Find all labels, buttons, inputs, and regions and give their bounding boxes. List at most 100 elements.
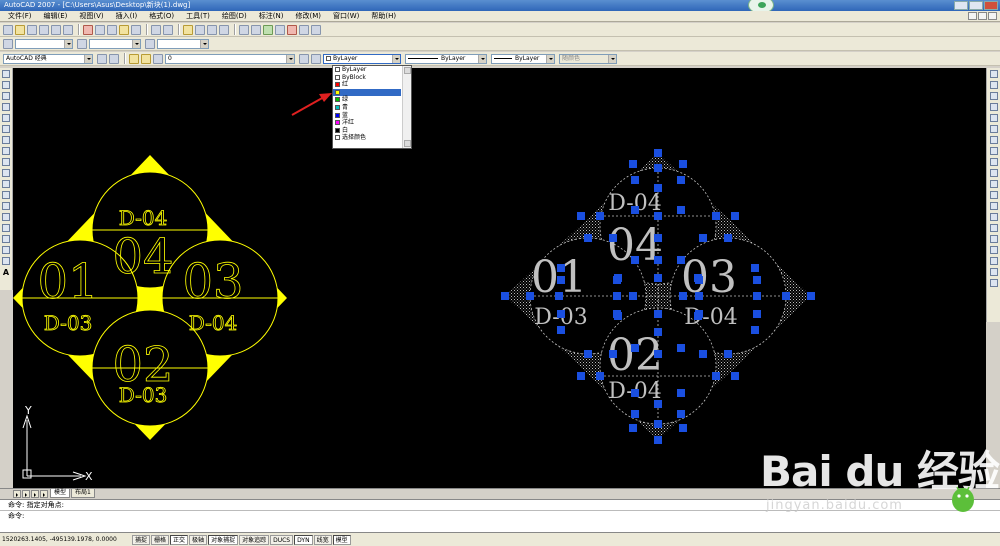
grip[interactable] <box>596 372 604 380</box>
rotate-icon[interactable] <box>989 136 998 144</box>
layer-freeze-icon[interactable] <box>141 53 151 64</box>
ducs-toggle[interactable]: DUCS <box>270 534 294 545</box>
grip[interactable] <box>557 326 565 334</box>
lineweight-toggle[interactable]: 线宽 <box>313 534 332 545</box>
menu-file[interactable]: 文件(F) <box>2 11 38 22</box>
grip[interactable] <box>584 234 592 242</box>
grip[interactable] <box>629 424 637 432</box>
match-properties-icon[interactable] <box>119 24 129 35</box>
break-at-point-icon[interactable] <box>989 191 998 199</box>
grip[interactable] <box>613 292 621 300</box>
zoom-previous-icon[interactable] <box>219 24 229 35</box>
calculator-icon[interactable] <box>299 24 309 35</box>
fillet-icon[interactable] <box>989 235 998 243</box>
layer-previous-icon[interactable] <box>311 53 321 64</box>
make-current-layer-icon[interactable] <box>299 53 309 64</box>
grip[interactable] <box>679 160 687 168</box>
grip[interactable] <box>731 212 739 220</box>
grip[interactable] <box>654 350 662 358</box>
grip[interactable] <box>631 344 639 352</box>
layer-on-icon[interactable] <box>129 53 139 64</box>
grip[interactable] <box>584 350 592 358</box>
grip[interactable] <box>753 292 761 300</box>
construction-line-icon[interactable] <box>2 81 10 89</box>
menu-modify[interactable]: 修改(M) <box>289 11 327 22</box>
text-style-icon[interactable] <box>3 38 13 49</box>
polyline-icon[interactable] <box>2 92 10 100</box>
publish-icon[interactable] <box>63 24 73 35</box>
design-center-icon[interactable] <box>251 24 261 35</box>
markup-icon[interactable] <box>287 24 297 35</box>
new-icon[interactable] <box>3 24 13 35</box>
dim-style-icon[interactable] <box>77 38 87 49</box>
gradient-icon[interactable] <box>2 235 10 243</box>
command-input[interactable]: 命令: <box>0 510 1000 520</box>
menu-tools[interactable]: 工具(T) <box>180 11 216 22</box>
color-option[interactable]: 绿 <box>333 96 411 104</box>
grip[interactable] <box>614 312 622 320</box>
rectangle-icon[interactable] <box>2 114 10 122</box>
hatch-icon[interactable] <box>2 224 10 232</box>
revision-cloud-icon[interactable] <box>2 147 10 155</box>
grip[interactable] <box>609 234 617 242</box>
move-icon[interactable] <box>989 125 998 133</box>
dropdown-scrollbar[interactable] <box>402 66 411 148</box>
tab-last-icon[interactable] <box>40 489 48 498</box>
grip[interactable] <box>654 274 662 282</box>
menu-dimension[interactable]: 标注(N) <box>253 11 290 22</box>
text-style-select[interactable] <box>15 38 73 49</box>
grip[interactable] <box>731 372 739 380</box>
grip[interactable] <box>654 149 662 157</box>
help-icon[interactable] <box>311 24 321 35</box>
tab-prev-icon[interactable] <box>22 489 30 498</box>
layer-lock-icon[interactable] <box>153 53 163 64</box>
snap-settings-icon[interactable] <box>989 268 998 276</box>
dim-style-select[interactable] <box>89 38 141 49</box>
color-select[interactable]: ByLayer <box>323 53 401 64</box>
polygon-icon[interactable] <box>2 103 10 111</box>
join-icon[interactable] <box>989 213 998 221</box>
scroll-up-icon[interactable] <box>404 67 411 74</box>
grip[interactable] <box>614 274 622 282</box>
layer-tools-icon[interactable] <box>989 279 998 287</box>
erase-icon[interactable] <box>989 70 998 78</box>
copy-object-icon[interactable] <box>989 81 998 89</box>
grip[interactable] <box>526 292 534 300</box>
open-icon[interactable] <box>15 24 25 35</box>
grip[interactable] <box>694 274 702 282</box>
grip[interactable] <box>501 292 509 300</box>
grid-toggle[interactable]: 栅格 <box>151 534 170 545</box>
grip[interactable] <box>677 344 685 352</box>
print-preview-icon[interactable] <box>51 24 61 35</box>
trim-icon[interactable] <box>989 169 998 177</box>
grip[interactable] <box>724 350 732 358</box>
circle-icon[interactable] <box>2 136 10 144</box>
drawing-area[interactable]: D-04 04 01 D-03 03 D-04 02 D-03 D-04 04 … <box>13 68 986 488</box>
color-dropdown-list[interactable]: ByLayer ByBlock 红绿青蓝洋红白选择颜色 <box>332 65 412 149</box>
grip[interactable] <box>654 328 662 336</box>
grip[interactable] <box>751 264 759 272</box>
arc-icon[interactable] <box>2 125 10 133</box>
block-editor-icon[interactable] <box>131 24 141 35</box>
spline-icon[interactable] <box>2 158 10 166</box>
linetype-select[interactable]: ByLayer <box>405 53 487 64</box>
grip[interactable] <box>679 424 687 432</box>
draw-order-icon[interactable] <box>989 257 998 265</box>
tab-layout1[interactable]: 布局1 <box>71 489 95 498</box>
grip[interactable] <box>695 292 703 300</box>
grip[interactable] <box>751 326 759 334</box>
polar-toggle[interactable]: 极轴 <box>189 534 208 545</box>
grip[interactable] <box>557 276 565 284</box>
model-toggle[interactable]: 模型 <box>332 534 351 545</box>
grip[interactable] <box>654 256 662 264</box>
make-block-icon[interactable] <box>2 202 10 210</box>
grip[interactable] <box>654 234 662 242</box>
grip[interactable] <box>699 234 707 242</box>
chamfer-icon[interactable] <box>989 224 998 232</box>
snap-toggle[interactable]: 捕捉 <box>132 534 151 545</box>
tool-palettes-icon[interactable] <box>263 24 273 35</box>
point-icon[interactable] <box>2 213 10 221</box>
grip[interactable] <box>782 292 790 300</box>
menu-view[interactable]: 视图(V) <box>73 11 109 22</box>
grip[interactable] <box>654 310 662 318</box>
